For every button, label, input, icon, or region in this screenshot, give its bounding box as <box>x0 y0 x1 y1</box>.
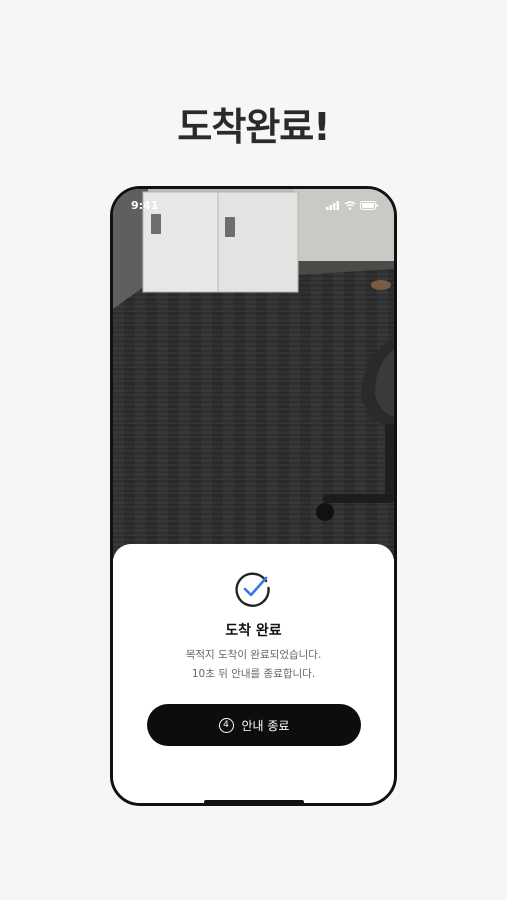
camera-feed-image <box>113 189 394 559</box>
page-headline: 도착완료! <box>177 105 330 149</box>
countdown-badge: 4 <box>218 717 234 733</box>
sheet-title: 도착 완료 <box>225 623 282 639</box>
phone-frame: 9:41 도착 완료 목적지 도착이 완료되었습니다. 10초 뒤 안내를 종료… <box>110 186 397 806</box>
battery-icon <box>360 201 378 210</box>
sheet-message-line1: 목적지 도착이 완료되었습니다. <box>185 649 322 661</box>
home-indicator <box>204 800 304 803</box>
sheet-message-line2: 10초 뒤 안내를 종료합니다. <box>191 668 316 680</box>
camera-feed <box>113 189 394 559</box>
arrival-sheet: 도착 완료 목적지 도착이 완료되었습니다. 10초 뒤 안내를 종료합니다. … <box>113 544 394 803</box>
wifi-icon <box>344 201 356 210</box>
check-circle-icon <box>233 569 273 609</box>
status-time: 9:41 <box>131 199 159 212</box>
signal-icon <box>326 201 339 210</box>
end-guidance-button[interactable]: 4 안내 종료 <box>147 704 361 746</box>
sheet-message: 목적지 도착이 완료되었습니다. 10초 뒤 안내를 종료합니다. <box>113 646 394 684</box>
status-bar: 9:41 <box>113 199 394 215</box>
end-guidance-label: 안내 종료 <box>241 718 290 733</box>
status-icons <box>326 201 378 210</box>
